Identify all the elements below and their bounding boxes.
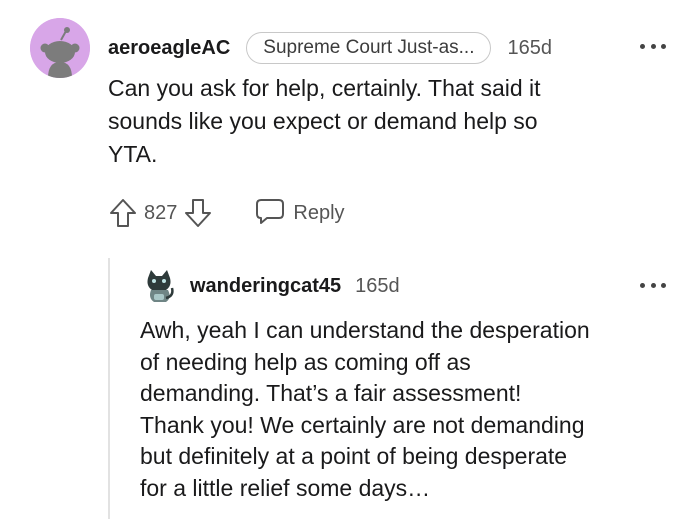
user-flair: Supreme Court Just-as... [246, 32, 492, 64]
reply-line: of needing help as coming off as [140, 348, 471, 375]
reply-age: 165d [355, 274, 400, 297]
comment-body: Can you ask for help, certainly. That sa… [108, 72, 668, 171]
avatar[interactable] [30, 18, 90, 78]
downvote-icon[interactable] [183, 197, 213, 229]
comment-actions: 827 Reply [108, 194, 345, 232]
reply-line: Awh, yeah I can understand the desperati… [140, 317, 590, 343]
comment-line: sounds like you expect or demand help so [108, 108, 538, 134]
reply-label: Reply [293, 201, 345, 224]
reply-line: but definitely at a point of being despe… [140, 443, 568, 469]
reply-line: for a little relief some days… [140, 474, 431, 501]
comment-line: YTA. [108, 141, 158, 167]
upvote-icon[interactable] [108, 197, 138, 229]
reply-username[interactable]: wanderingcat45 [190, 275, 341, 298]
vote-score: 827 [144, 201, 178, 224]
reply-icon [255, 197, 285, 230]
comment-line: Can you ask for help, certainly. That sa… [108, 75, 541, 101]
comment-thread: aeroeagleAC Supreme Court Just-as... 165… [0, 0, 700, 519]
more-options-icon[interactable] [640, 42, 666, 50]
comment-meta: aeroeagleAC Supreme Court Just-as... 165… [108, 30, 552, 66]
reply-avatar[interactable] [142, 268, 176, 304]
reply-button[interactable]: Reply [255, 197, 345, 230]
reply-body: Awh, yeah I can understand the desperati… [140, 315, 680, 504]
reply-meta: wanderingcat45 165d [190, 271, 400, 301]
snoo-avatar-icon [30, 18, 90, 78]
comment-username[interactable]: aeroeagleAC [108, 37, 230, 60]
thread-line[interactable] [108, 258, 110, 519]
reply-more-options-icon[interactable] [640, 281, 666, 289]
reply-line: demanding. That’s a fair assessment! [140, 380, 522, 406]
reply-line: Thank you! We certainly are not demandin… [140, 411, 585, 438]
cat-avatar-icon [147, 270, 174, 302]
comment-age: 165d [507, 36, 552, 59]
